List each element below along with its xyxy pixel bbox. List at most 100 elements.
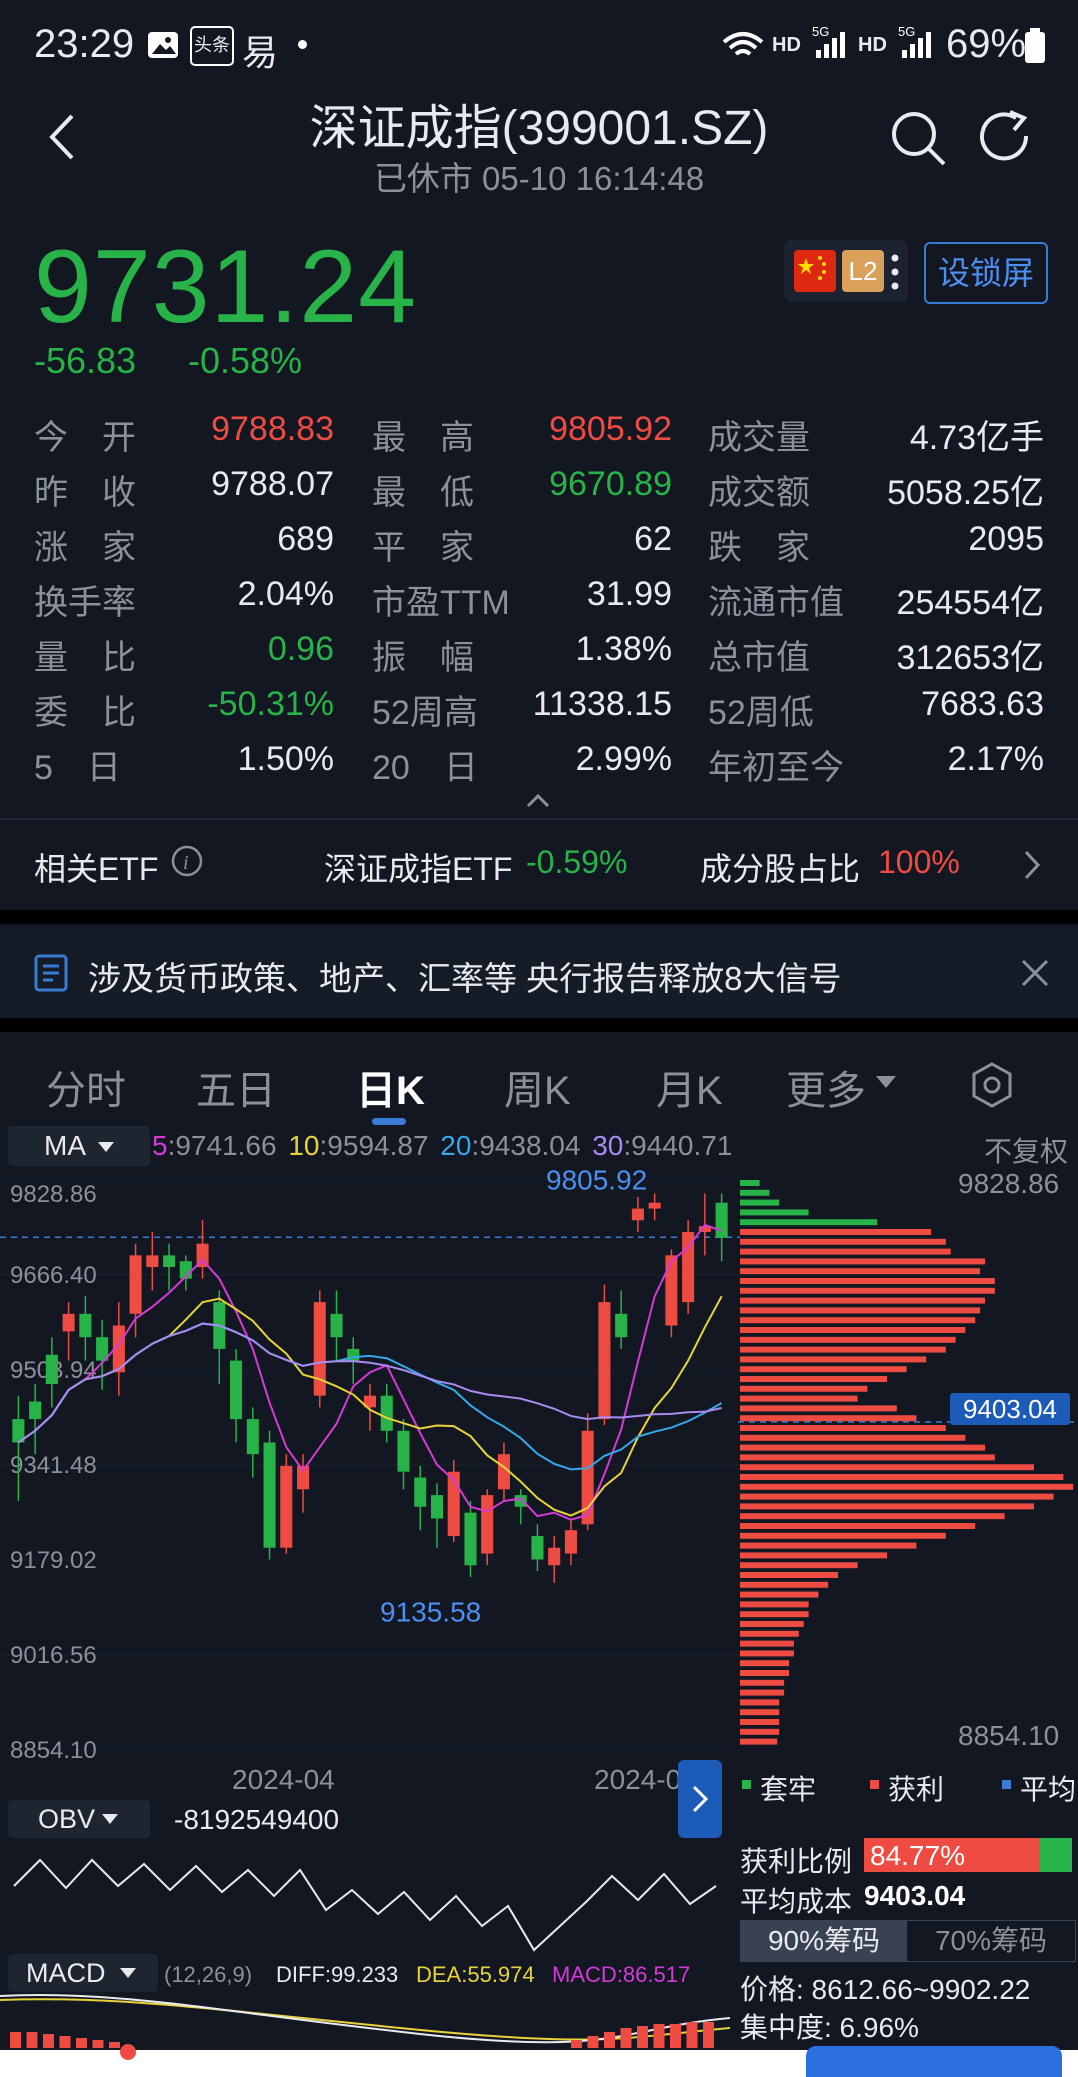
chip-bar — [740, 1611, 809, 1618]
kline-chart[interactable]: 9828.869666.409503.949341.489179.029016.… — [0, 1160, 740, 1780]
macd-bar — [26, 2032, 38, 2048]
candle-body — [615, 1313, 628, 1338]
candle-body — [430, 1495, 444, 1519]
chip-bar — [740, 1474, 1064, 1480]
candle-body — [146, 1255, 159, 1268]
x-tick-apr: 2024-04 — [232, 1764, 335, 1795]
tab-5day[interactable]: 五日 — [196, 1058, 276, 1116]
chip-bar — [740, 1327, 966, 1333]
chip-bar — [740, 1660, 789, 1667]
chip-bar — [740, 1238, 946, 1245]
legend-profit-swatch — [870, 1780, 879, 1789]
settings-icon[interactable] — [970, 1062, 1014, 1110]
obv-chart — [13, 1858, 717, 1952]
stat-label: 市盈TTM — [372, 584, 510, 622]
candle-body — [464, 1512, 477, 1566]
tab-70-chips[interactable]: 70%筹码 — [907, 1921, 1075, 1961]
etf-name[interactable]: 深证成指ETF — [324, 844, 512, 890]
chip-bar — [740, 1738, 778, 1745]
refresh-button[interactable] — [976, 108, 1036, 168]
stat-label: 20 日 — [372, 749, 478, 787]
stat-label: 涨 家 — [34, 529, 136, 567]
macd-bar — [587, 2036, 599, 2048]
profit-ratio-value: 84.77% — [870, 1840, 965, 1871]
chip-bar — [740, 1366, 907, 1373]
chip-bar — [740, 1650, 794, 1657]
lock-screen-button[interactable]: 设锁屏 — [924, 242, 1048, 304]
news-text[interactable]: 涉及货币政策、地产、汇率等 央行报告释放8大信号 — [88, 952, 842, 1000]
search-button[interactable] — [888, 108, 948, 168]
tab-more[interactable]: 更多 — [786, 1058, 866, 1116]
etf-bar[interactable]: 相关ETF i 深证成指ETF -0.59% 成分股占比 100% — [0, 820, 1078, 912]
macd-bar — [571, 2040, 582, 2048]
stat-label: 委 比 — [34, 694, 136, 732]
close-icon[interactable] — [1020, 958, 1050, 988]
chip-bar — [740, 1199, 780, 1206]
stat-label: 总市值 — [708, 639, 810, 677]
chip-bar — [740, 1601, 809, 1608]
avg-cost-value: 9403.04 — [864, 1880, 966, 1911]
stat-label: 最 高 — [372, 419, 474, 457]
chip-bar — [740, 1346, 946, 1353]
chip-bar — [740, 1542, 917, 1549]
chip-bar — [740, 1464, 1034, 1471]
stat-label: 5 日 — [34, 749, 121, 787]
chip-bar — [740, 1454, 995, 1461]
nav-dot-icon — [120, 2044, 136, 2060]
ma10-value: 9594.87 — [327, 1130, 429, 1161]
tab-90-chips[interactable]: 90%筹码 — [741, 1921, 907, 1961]
signal-bars-1-icon: 5G — [812, 24, 850, 65]
chip-bar — [740, 1728, 780, 1735]
chip-bar — [740, 1434, 966, 1441]
chip-bar — [740, 1307, 981, 1314]
news-banner[interactable]: 涉及货币政策、地产、汇率等 央行报告释放8大信号 — [0, 926, 1078, 1018]
tab-weekly-k[interactable]: 周K — [504, 1058, 571, 1116]
chip-bar — [740, 1591, 819, 1598]
tab-intraday[interactable]: 分时 — [46, 1058, 126, 1116]
ma30-label: 30 — [592, 1130, 624, 1161]
legend-trapped-swatch — [742, 1780, 751, 1789]
tab-monthly-k[interactable]: 月K — [656, 1058, 723, 1116]
chip-bar — [740, 1719, 780, 1725]
stat-value: 9788.07 — [211, 465, 334, 503]
chevron-right-icon[interactable] — [1020, 848, 1044, 882]
price-change: -56.83 — [34, 340, 137, 381]
avg-cost-tag: 9403.04 — [950, 1393, 1070, 1425]
price-change-pct: -0.58% — [188, 340, 303, 381]
ma30-value: 9440.71 — [631, 1130, 733, 1161]
stat-value: 2.04% — [237, 575, 334, 613]
chip-bar — [740, 1405, 897, 1412]
stat-value: 9805.92 — [549, 410, 672, 448]
scroll-right-button[interactable] — [678, 1760, 722, 1838]
refresh-icon — [980, 110, 1029, 161]
section-divider — [0, 910, 1078, 924]
bottom-nav — [0, 2044, 1078, 2077]
stat-label: 换手率 — [34, 584, 136, 622]
chip-bar — [740, 1356, 927, 1363]
info-icon[interactable]: i — [170, 844, 204, 878]
collapse-icon[interactable] — [520, 790, 556, 815]
candle-body — [45, 1354, 58, 1384]
macd-selector[interactable]: MACD — [8, 1954, 158, 1992]
candle-body — [79, 1313, 92, 1338]
trade-button[interactable] — [806, 2046, 1062, 2077]
candle-body — [330, 1313, 343, 1338]
market-flag-box[interactable]: L2 — [784, 240, 908, 302]
ma5-label: 5 — [152, 1130, 168, 1161]
search-icon — [892, 112, 946, 166]
obv-line — [13, 1858, 717, 1952]
chip-bar — [740, 1532, 946, 1539]
chip-bar — [740, 1523, 976, 1529]
chip-bar — [740, 1317, 976, 1324]
candle-body — [230, 1360, 243, 1420]
chip-distribution — [738, 1180, 1078, 1745]
section-divider-2 — [0, 1018, 1078, 1032]
candle-body — [481, 1495, 494, 1554]
stat-label: 昨 收 — [34, 474, 136, 512]
candle-body — [163, 1255, 176, 1268]
macd-bar — [670, 2024, 681, 2048]
candle-body — [648, 1202, 661, 1209]
candle-body — [514, 1495, 527, 1507]
tab-daily-k[interactable]: 日K — [356, 1058, 425, 1116]
chip-bar — [740, 1425, 946, 1431]
